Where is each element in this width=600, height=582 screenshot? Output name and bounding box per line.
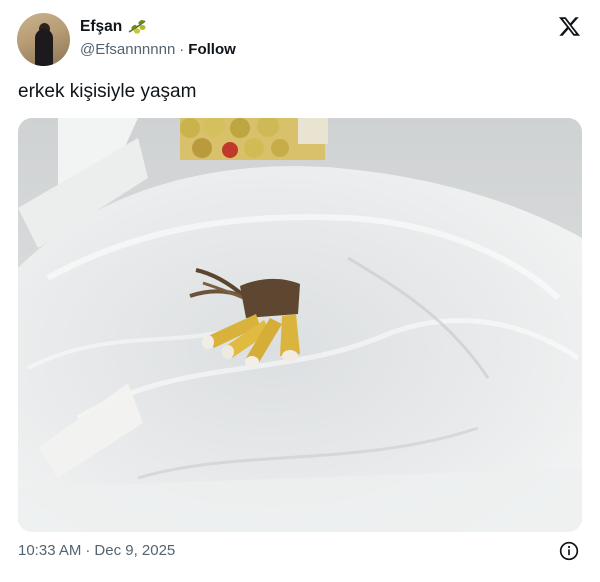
tweet-date[interactable]: Dec 9, 2025 (94, 541, 175, 561)
tweet-time[interactable]: 10:33 AM (18, 541, 81, 561)
jar-label (298, 118, 328, 144)
follow-button[interactable]: Follow (188, 40, 236, 60)
display-name[interactable]: Efşan (80, 17, 122, 37)
tweet-photo[interactable] (18, 118, 582, 532)
x-logo-icon[interactable] (558, 15, 581, 38)
photo-illustration (18, 118, 582, 532)
avatar[interactable] (17, 13, 70, 66)
user-block: Efşan @Efsannnnnn · Follow (80, 17, 236, 60)
info-icon[interactable] (559, 541, 579, 561)
tweet-footer: 10:33 AM · Dec 9, 2025 (18, 541, 175, 561)
handle[interactable]: @Efsannnnnn (80, 40, 175, 60)
separator-dot: · (179, 41, 185, 58)
olive-branch-emoji-icon (128, 19, 146, 34)
handle-row: @Efsannnnnn · Follow (80, 40, 236, 60)
display-name-row: Efşan (80, 17, 236, 37)
footer-separator-dot: · (85, 542, 91, 559)
avatar-figure (35, 29, 53, 66)
tweet-text: erkek kişisiyle yaşam (18, 81, 197, 102)
